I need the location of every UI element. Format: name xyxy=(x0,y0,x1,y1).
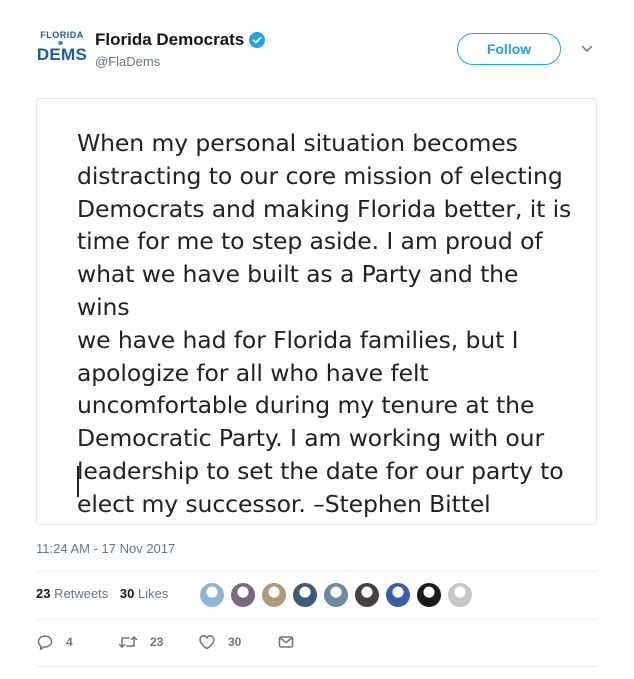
tweet-actions: 4 23 30 xyxy=(36,632,336,652)
heart-icon xyxy=(199,635,215,650)
retweet-icon xyxy=(118,636,138,648)
account-logo[interactable]: FLORIDA DEMS xyxy=(36,30,88,74)
liker-avatar[interactable] xyxy=(292,582,318,608)
display-name-text[interactable]: Florida Democrats xyxy=(95,30,244,50)
retweet-button[interactable]: 23 xyxy=(118,632,163,652)
text-cursor-mark xyxy=(77,466,79,497)
liker-avatars xyxy=(199,582,478,608)
tweet-timestamp[interactable]: 11:24 AM - 17 Nov 2017 xyxy=(36,541,175,556)
logo-bottom-text: DEMS xyxy=(36,45,88,64)
liker-avatar[interactable] xyxy=(199,582,225,608)
retweets-label: Retweets xyxy=(54,586,109,601)
retweets-stat[interactable]: 23 Retweets xyxy=(36,586,108,601)
likes-label: Likes xyxy=(138,586,169,601)
liker-avatar[interactable] xyxy=(323,582,349,608)
liker-avatar[interactable] xyxy=(261,582,287,608)
liker-avatar[interactable] xyxy=(385,582,411,608)
logo-top-text: FLORIDA xyxy=(40,30,84,40)
tweet-media-image[interactable]: When my personal situation becomes distr… xyxy=(36,98,597,525)
liker-avatar[interactable] xyxy=(447,582,473,608)
liker-avatar[interactable] xyxy=(416,582,442,608)
divider xyxy=(36,571,597,572)
account-handle[interactable]: @FlaDems xyxy=(95,54,160,69)
reply-button[interactable]: 4 xyxy=(36,632,73,652)
statement-text: When my personal situation becomes distr… xyxy=(77,129,572,518)
chevron-down-icon[interactable] xyxy=(580,42,594,56)
verified-badge-icon xyxy=(249,32,266,48)
liker-avatar[interactable] xyxy=(230,582,256,608)
divider xyxy=(36,619,597,620)
reply-count: 4 xyxy=(66,635,73,649)
follow-button[interactable]: Follow xyxy=(457,33,561,65)
likes-stat[interactable]: 30 Likes xyxy=(120,586,168,601)
like-button[interactable]: 30 xyxy=(198,632,241,652)
direct-message-button[interactable] xyxy=(277,632,295,652)
liker-avatar[interactable] xyxy=(354,582,380,608)
reply-icon xyxy=(37,635,53,651)
like-count: 30 xyxy=(228,635,242,649)
account-display-name[interactable]: Florida Democrats xyxy=(95,30,266,50)
tweet-stats: 23 Retweets 30 Likes xyxy=(36,586,176,601)
direct-message-icon xyxy=(278,636,294,648)
retweet-count: 23 xyxy=(150,635,164,649)
retweets-count: 23 xyxy=(36,586,51,601)
logo-divider xyxy=(36,40,88,46)
divider xyxy=(36,666,597,667)
likes-count: 30 xyxy=(119,586,135,601)
